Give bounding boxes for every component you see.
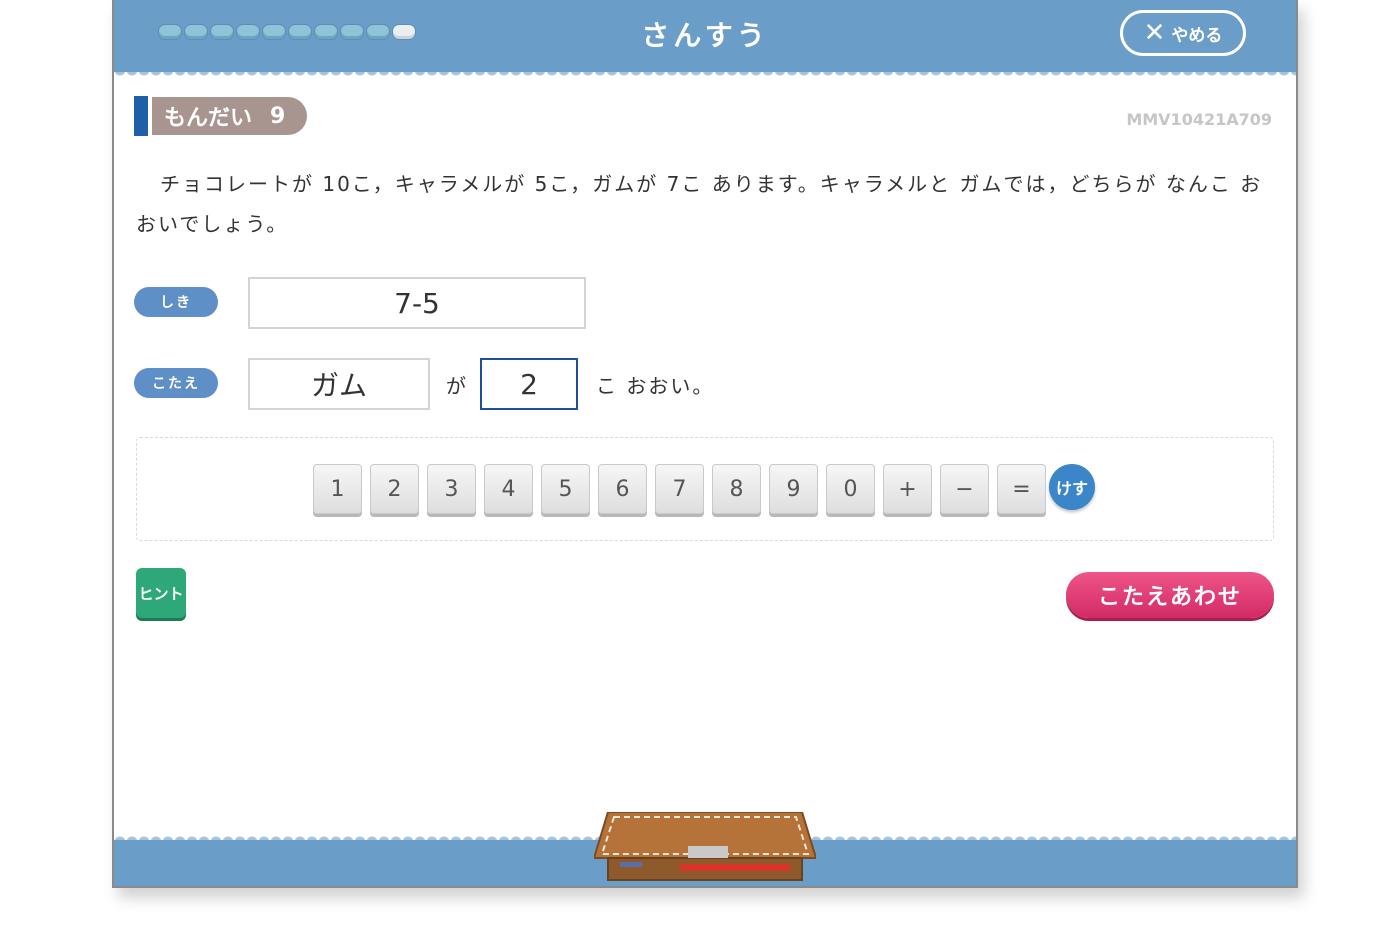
question-number: 9 <box>270 103 286 129</box>
answer-suffix: こ おおい。 <box>596 374 715 398</box>
question-marker <box>134 96 148 136</box>
formula-input[interactable]: 7-5 <box>248 277 586 329</box>
key-4[interactable]: 4 <box>484 464 533 514</box>
question-pill: もんだい 9 <box>152 97 308 135</box>
app-title: さんすう <box>641 19 769 52</box>
quit-label: やめる <box>1171 25 1223 46</box>
question-id: MMV10421A709 <box>1126 110 1272 129</box>
key-2[interactable]: 2 <box>370 464 419 514</box>
answer-count-input[interactable]: 2 <box>480 358 578 410</box>
key-8[interactable]: 8 <box>712 464 761 514</box>
keypad: 1 2 3 4 5 6 7 8 9 0 + − = けす <box>136 437 1274 541</box>
app-window: さんすう ✕ やめる もんだい 9 MMV10421A709 チョコレートが 1… <box>112 0 1298 888</box>
hint-button[interactable]: ヒント <box>136 568 186 618</box>
key-minus[interactable]: − <box>940 464 989 514</box>
key-9[interactable]: 9 <box>769 464 818 514</box>
key-3[interactable]: 3 <box>427 464 476 514</box>
key-1[interactable]: 1 <box>313 464 362 514</box>
key-6[interactable]: 6 <box>598 464 647 514</box>
key-plus[interactable]: + <box>883 464 932 514</box>
key-5[interactable]: 5 <box>541 464 590 514</box>
answer-particle: が <box>446 374 468 398</box>
question-text: チョコレートが 10こ，キャラメルが 5こ，ガムが 7こ あります。キャラメルと… <box>136 172 1263 236</box>
question-label-text: もんだい <box>164 106 253 131</box>
answer-item-input[interactable]: ガム <box>248 358 430 410</box>
clear-button[interactable]: けす <box>1049 464 1095 510</box>
question-label: もんだい 9 <box>134 96 308 136</box>
formula-tag: しき <box>134 287 218 317</box>
key-equals[interactable]: = <box>997 464 1046 514</box>
quit-button[interactable]: ✕ やめる <box>1120 10 1246 56</box>
close-icon: ✕ <box>1143 18 1166 48</box>
key-0[interactable]: 0 <box>826 464 875 514</box>
check-answer-button[interactable]: こたえあわせ <box>1066 572 1274 618</box>
header-bar: さんすう ✕ やめる <box>114 0 1296 76</box>
answer-tag: こたえ <box>134 368 218 398</box>
pencil-case-icon <box>594 812 816 881</box>
keypad-keys: 1 2 3 4 5 6 7 8 9 0 + − = <box>313 464 1046 514</box>
key-7[interactable]: 7 <box>655 464 704 514</box>
